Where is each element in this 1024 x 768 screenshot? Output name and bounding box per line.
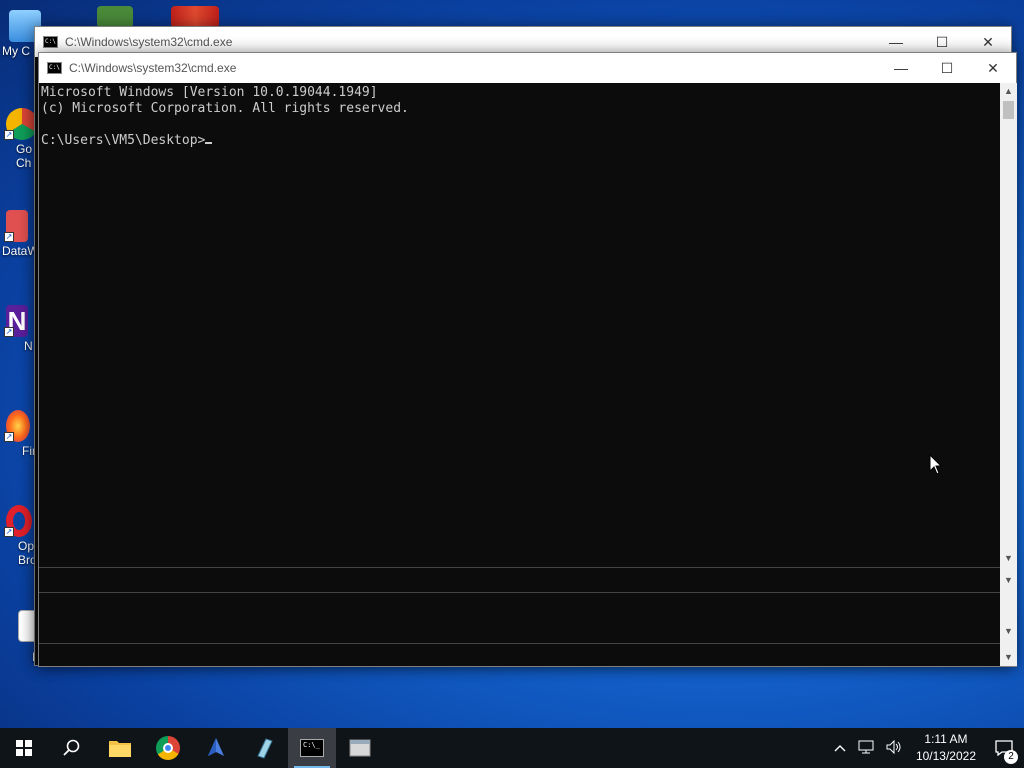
scroll-down-arrow-icon[interactable]: ▼ — [1000, 572, 1017, 589]
notepad-icon — [257, 738, 273, 759]
winrar-icon — [171, 6, 219, 28]
taskbar-clock[interactable]: 1:11 AM 10/13/2022 — [908, 731, 984, 765]
shortcut-arrow-icon: ↗ — [4, 432, 14, 442]
minimize-button[interactable]: — — [878, 53, 924, 83]
console-lower-pane[interactable] — [39, 567, 1000, 666]
clock-time: 1:11 AM — [924, 732, 968, 746]
tree-icon — [97, 6, 133, 28]
taskbar-cmd[interactable]: C:\_ — [288, 728, 336, 768]
app-window-icon — [349, 739, 371, 757]
scroll-down-arrow-icon[interactable]: ▼ — [1000, 550, 1017, 567]
cmd-window-front[interactable]: C:\ C:\Windows\system32\cmd.exe — ☐ ✕ Mi… — [38, 52, 1017, 667]
maximize-button[interactable]: ☐ — [924, 53, 970, 83]
cmd-icon: C:\ — [47, 62, 62, 74]
taskbar-file-explorer[interactable] — [96, 728, 144, 768]
shortcut-arrow-icon: ↗ — [4, 327, 14, 337]
desktop-icon-recycle[interactable] — [80, 6, 150, 28]
console-line: Microsoft Windows [Version 10.0.19044.19… — [41, 85, 378, 100]
close-button[interactable]: ✕ — [970, 53, 1016, 83]
taskbar-chrome[interactable] — [144, 728, 192, 768]
network-icon[interactable] — [852, 740, 880, 757]
taskbar: C:\_ 1:11 AM 10/13/2022 2 — [0, 728, 1024, 768]
text-cursor — [205, 142, 213, 144]
app-blue-icon — [208, 738, 224, 756]
title-bar[interactable]: C:\ C:\Windows\system32\cmd.exe — ☐ ✕ — [39, 53, 1016, 83]
divider — [39, 592, 1000, 593]
volume-icon[interactable] — [880, 739, 908, 757]
chrome-icon — [156, 736, 180, 760]
scroll-up-arrow-icon[interactable]: ▲ — [1000, 83, 1017, 100]
search-button[interactable] — [48, 728, 96, 768]
search-icon — [63, 739, 80, 756]
scrollbar[interactable]: ▲ ▼ — [1000, 83, 1017, 567]
taskbar-notepad[interactable] — [240, 728, 288, 768]
cmd-icon: C:\ — [43, 36, 58, 48]
scrollbar-lower[interactable]: ▼ ▼ ▼ — [1000, 567, 1017, 666]
action-center-button[interactable]: 2 — [984, 728, 1024, 768]
console-output[interactable]: Microsoft Windows [Version 10.0.19044.19… — [39, 83, 1000, 567]
scroll-down-arrow-icon[interactable]: ▼ — [1000, 649, 1017, 666]
shortcut-arrow-icon: ↗ — [4, 527, 14, 537]
scroll-down-arrow-icon[interactable]: ▼ — [1000, 623, 1017, 640]
console-prompt: C:\Users\VM5\Desktop> — [41, 133, 206, 148]
notification-count-badge: 2 — [1004, 750, 1018, 764]
shortcut-arrow-icon: ↗ — [4, 130, 14, 140]
shortcut-arrow-icon: ↗ — [4, 232, 14, 242]
cmd-icon: C:\_ — [300, 739, 324, 757]
window-title: C:\Windows\system32\cmd.exe — [69, 61, 237, 75]
clock-date: 10/13/2022 — [915, 749, 976, 763]
chevron-up-icon[interactable] — [828, 741, 852, 755]
console-line: (c) Microsoft Corporation. All rights re… — [41, 101, 409, 116]
desktop-icon-winrar[interactable] — [160, 6, 230, 28]
windows-start-icon — [16, 740, 32, 756]
system-tray: 1:11 AM 10/13/2022 2 — [828, 728, 1024, 768]
window-title: C:\Windows\system32\cmd.exe — [65, 35, 233, 49]
console-prompt-line: C:\Users\VM5\Desktop> — [41, 133, 1000, 149]
divider — [39, 643, 1000, 644]
file-explorer-icon — [109, 741, 131, 757]
taskbar-app-window[interactable] — [336, 728, 384, 768]
taskbar-app-blue[interactable] — [192, 728, 240, 768]
scrollbar-thumb[interactable] — [1003, 101, 1014, 119]
start-button[interactable] — [0, 728, 48, 768]
